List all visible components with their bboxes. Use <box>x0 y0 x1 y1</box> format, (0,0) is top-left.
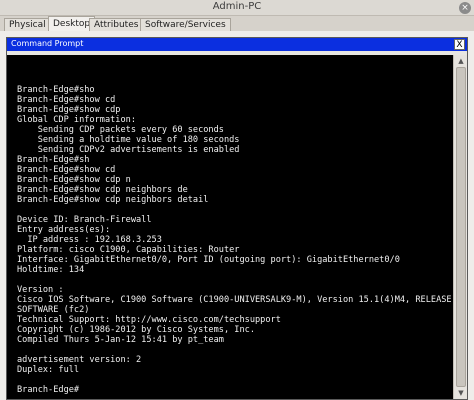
terminal-output[interactable]: Branch-Edge#sho Branch-Edge#show cd Branch… <box>11 55 453 397</box>
terminal-line: Sending a holdtime value of 180 seconds <box>17 135 240 145</box>
command-prompt-title: Command Prompt <box>11 39 84 48</box>
tab-attributes[interactable]: Attributes <box>89 18 144 31</box>
terminal-line: Branch-Edge#show cd <box>17 165 116 175</box>
scrollbar-thumb[interactable] <box>456 67 466 387</box>
window-close-icon[interactable]: × <box>459 2 471 14</box>
terminal-scrollbar[interactable]: ▲ ▼ <box>453 55 467 399</box>
terminal-line: Branch-Edge# <box>17 385 80 395</box>
terminal-line: Version : <box>17 285 64 295</box>
terminal-line: Duplex: full <box>17 365 80 375</box>
terminal-line: Sending CDP packets every 60 seconds <box>17 125 224 135</box>
terminal-line: Branch-Edge#sh <box>17 155 90 165</box>
terminal-line: Branch-Edge#show cdp neighbors detail <box>17 195 209 205</box>
terminal-line: SOFTWARE (fc2) <box>17 305 90 315</box>
terminal-line: Sending CDPv2 advertisements is enabled <box>17 145 240 155</box>
terminal-line: Global CDP information: <box>17 115 136 125</box>
terminal-line: Branch-Edge#show cdp neighbors de <box>17 185 188 195</box>
terminal-line: Branch-Edge#show cd <box>17 95 116 105</box>
command-prompt-titlebar: Command Prompt X <box>7 38 467 51</box>
terminal-line: advertisement version: 2 <box>17 355 142 365</box>
scroll-down-icon[interactable]: ▼ <box>455 388 467 398</box>
terminal-lines: Branch-Edge#sho Branch-Edge#show cd Branch… <box>17 75 452 395</box>
terminal-line: Branch-Edge#show cdp n <box>17 175 131 185</box>
command-prompt-close-icon[interactable]: X <box>454 39 465 50</box>
terminal-line: Platform: cisco C1900, Capabilities: Rou… <box>17 245 240 255</box>
window-titlebar: Admin-PC × <box>0 0 474 16</box>
terminal-line: Technical Support: http://www.cisco.com/… <box>17 315 281 325</box>
window-title: Admin-PC <box>212 1 262 12</box>
terminal-line: Copyright (c) 1986-2012 by Cisco Systems… <box>17 325 255 335</box>
terminal-line: Branch-Edge#sho <box>17 85 95 95</box>
terminal-line: Interface: GigabitEthernet0/0, Port ID (… <box>17 255 400 265</box>
command-prompt-window: Command Prompt X Branch-Edge#sho Branch-E… <box>6 37 468 400</box>
tab-physical[interactable]: Physical <box>4 18 51 31</box>
terminal-line: Device ID: Branch-Firewall <box>17 215 152 225</box>
tab-software-services[interactable]: Software/Services <box>140 18 231 31</box>
desktop-pane: Command Prompt X Branch-Edge#sho Branch-E… <box>0 31 474 400</box>
terminal-line: IP address : 192.168.3.253 <box>17 235 162 245</box>
terminal-line: Cisco IOS Software, C1900 Software (C190… <box>17 295 452 305</box>
tab-bar: Physical Desktop Attributes Software/Ser… <box>0 16 474 31</box>
terminal-line: Compiled Thurs 5-Jan-12 15:41 by pt_team <box>17 335 224 345</box>
terminal-line: Holdtime: 134 <box>17 265 85 275</box>
scroll-up-icon[interactable]: ▲ <box>455 56 467 66</box>
terminal-line: Entry address(es): <box>17 225 111 235</box>
terminal-line: Branch-Edge#show cdp <box>17 105 121 115</box>
